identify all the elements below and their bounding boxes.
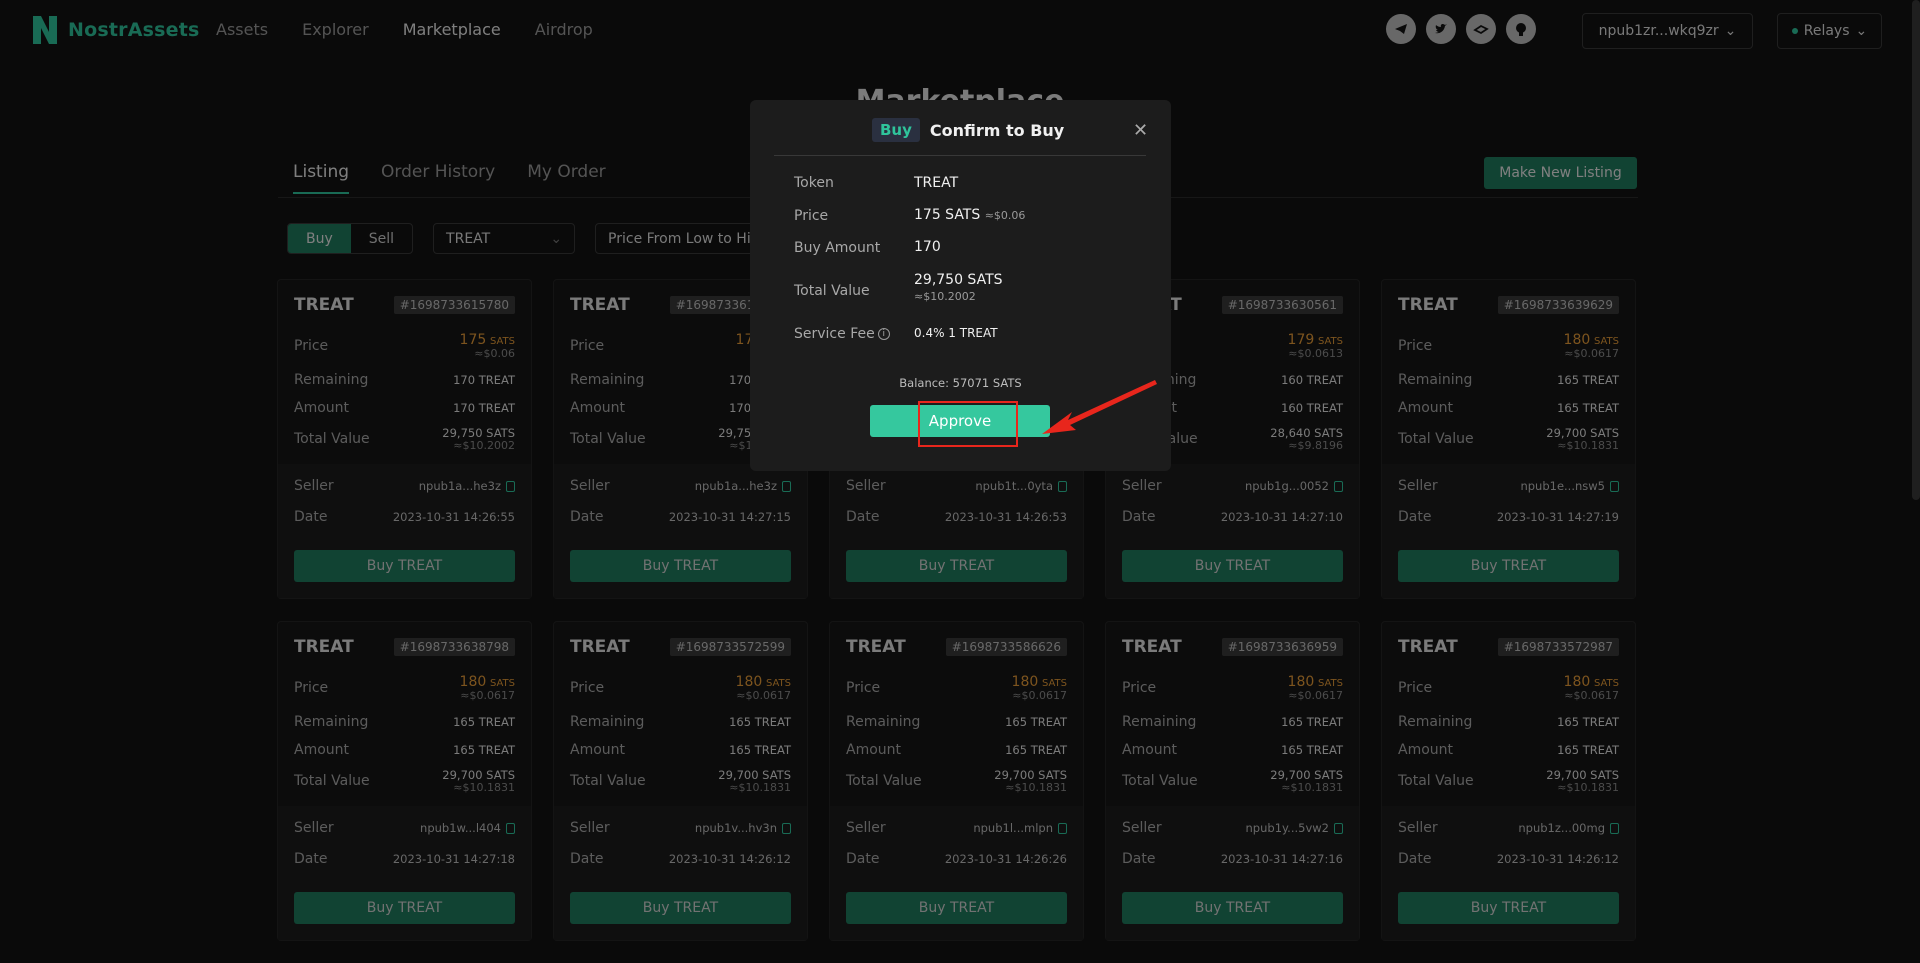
highlight-box: [918, 401, 1018, 447]
token-value: TREAT: [914, 175, 959, 191]
total-value: 29,750 SATS ≈$10.2002: [914, 272, 1003, 304]
token-label: Token: [794, 175, 834, 191]
service-fee-label: Service Fee i: [794, 326, 890, 342]
buy-amount-label: Buy Amount: [794, 240, 881, 256]
total-usd: ≈$10.2002: [914, 290, 976, 303]
price-usd: ≈$0.06: [984, 209, 1026, 222]
buy-badge: Buy: [872, 118, 920, 142]
annotation-arrow-icon: [1042, 380, 1157, 434]
price-label: Price: [794, 208, 829, 224]
total-sats: 29,750 SATS: [914, 272, 1003, 288]
info-icon[interactable]: i: [877, 328, 890, 340]
buy-amount-value: 170: [914, 239, 941, 255]
modal-title: Confirm to Buy: [929, 120, 1065, 140]
price-value: 175 SATS ≈$0.06: [914, 207, 1025, 223]
total-value-label: Total Value: [794, 283, 870, 299]
divider: [774, 155, 1146, 156]
modal-header: Buy Confirm to Buy: [872, 118, 1064, 142]
price-sats: 175 SATS: [914, 207, 981, 223]
service-fee-value: 0.4% 1 TREAT: [914, 326, 998, 340]
service-fee-text: Service Fee: [794, 326, 875, 342]
close-icon[interactable]: ✕: [1133, 120, 1148, 141]
